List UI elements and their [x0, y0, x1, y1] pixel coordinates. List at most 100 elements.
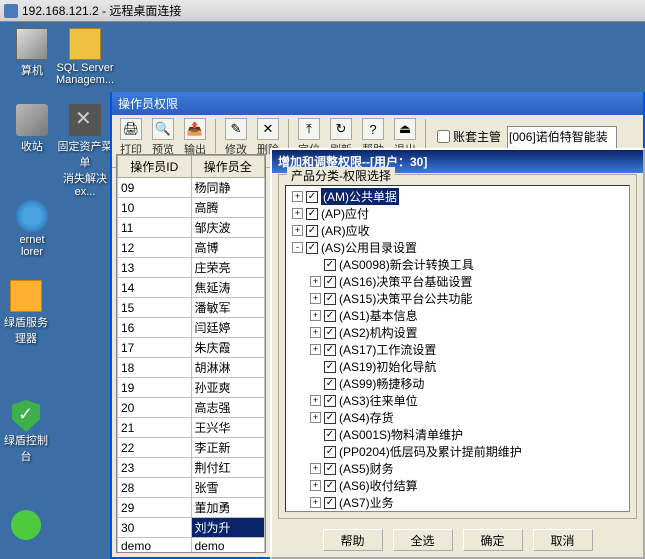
expand-icon[interactable]: +	[310, 412, 321, 423]
table-row[interactable]: 20高志强	[118, 398, 265, 418]
checkbox[interactable]: ✓	[324, 276, 336, 288]
print-button[interactable]: 🖨打印	[116, 118, 146, 157]
checkbox[interactable]: ✓	[306, 225, 318, 237]
table-row[interactable]: 11邹庆波	[118, 218, 265, 238]
tree-item[interactable]: -✓(AS)公用目录设置	[288, 239, 627, 256]
table-row[interactable]: 14焦延涛	[118, 278, 265, 298]
output-button[interactable]: 📤输出	[180, 118, 210, 157]
table-row[interactable]: 16闫廷婷	[118, 318, 265, 338]
operator-grid[interactable]: 操作员ID 操作员全 09杨同静10高腾11邹庆波12高博13庄荣亮14焦延涛1…	[116, 154, 266, 553]
expand-icon[interactable]: +	[310, 293, 321, 304]
expand-icon[interactable]: +	[292, 208, 303, 219]
expand-icon[interactable]: +	[310, 395, 321, 406]
expand-icon[interactable]: +	[310, 276, 321, 287]
expand-icon[interactable]: +	[310, 480, 321, 491]
expand-icon[interactable]: +	[292, 191, 303, 202]
desktop-recycle[interactable]: 收站	[2, 104, 62, 154]
expand-icon[interactable]: +	[310, 344, 321, 355]
table-row[interactable]: 22李正新	[118, 438, 265, 458]
tree-item[interactable]: +✓(AS4)存货	[288, 409, 627, 426]
tree-item[interactable]: +✓(AS2)机构设置	[288, 324, 627, 341]
table-row[interactable]: 29董加勇	[118, 498, 265, 518]
table-row[interactable]: 19孙亚爽	[118, 378, 265, 398]
tree-item[interactable]: +✓(AS15)决策平台公共功能	[288, 290, 627, 307]
tree-item[interactable]: ✓(AS19)初始化导航	[288, 358, 627, 375]
table-row[interactable]: 28张雪	[118, 478, 265, 498]
desktop-ie[interactable]: ernet lorer	[2, 200, 62, 258]
table-row[interactable]: 23荆付红	[118, 458, 265, 478]
permissions-tree[interactable]: +✓(AM)公共单据+✓(AP)应付+✓(AR)应收-✓(AS)公用目录设置✓(…	[285, 185, 630, 512]
checkbox[interactable]: ✓	[324, 395, 336, 407]
expand-icon[interactable]: +	[310, 497, 321, 508]
dlg-cancel-button[interactable]: 取消	[533, 529, 593, 551]
refresh-icon: ↻	[330, 118, 352, 140]
checkbox[interactable]: ✓	[324, 480, 336, 492]
dlg-help-button[interactable]: 帮助	[323, 529, 383, 551]
checkbox[interactable]: ✓	[306, 242, 318, 254]
checkbox[interactable]: ✓	[324, 361, 336, 373]
tree-item[interactable]: ✓(AS001S)物料清单维护	[288, 426, 627, 443]
tree-label: (AM)公共单据	[321, 188, 399, 205]
tree-item[interactable]: +✓(AS1)基本信息	[288, 307, 627, 324]
tree-item[interactable]: +✓(AP)应付	[288, 205, 627, 222]
table-row[interactable]: demodemo	[118, 538, 265, 554]
delete-icon: ✕	[257, 118, 279, 140]
table-row[interactable]: 13庄荣亮	[118, 258, 265, 278]
table-row[interactable]: 15潘敏军	[118, 298, 265, 318]
tree-item[interactable]: +✓(AS6)收付结算	[288, 477, 627, 494]
tree-item[interactable]: ✓(AS0098)新会计转换工具	[288, 256, 627, 273]
checkbox[interactable]: ✓	[324, 310, 336, 322]
tree-item[interactable]: +✓(AM)公共单据	[288, 188, 627, 205]
tree-item[interactable]: +✓(AS18)质量管理	[288, 511, 627, 512]
tree-item[interactable]: +✓(AS5)财务	[288, 460, 627, 477]
checkbox[interactable]: ✓	[324, 344, 336, 356]
table-row[interactable]: 30刘为升	[118, 518, 265, 538]
checkbox[interactable]: ✓	[324, 463, 336, 475]
desktop-shield[interactable]: 绿盾控制 台	[2, 400, 50, 464]
table-row[interactable]: 21王兴华	[118, 418, 265, 438]
tree-item[interactable]: +✓(AS17)工作流设置	[288, 341, 627, 358]
table-row[interactable]: 10高腾	[118, 198, 265, 218]
tree-item[interactable]: ✓(PP0204)低层码及累计提前期维护	[288, 443, 627, 460]
desktop-360[interactable]	[2, 510, 50, 540]
dialog-buttons: 帮助 全选 确定 取消	[272, 529, 643, 551]
expand-icon[interactable]: +	[310, 327, 321, 338]
desktop-sql[interactable]: SQL Server Managem...	[55, 28, 115, 86]
col-name[interactable]: 操作员全	[191, 156, 265, 178]
tree-item[interactable]: +✓(AS16)决策平台基础设置	[288, 273, 627, 290]
permissions-dialog: 增加和调整权限--[用户：30] 产品分类-权限选择 +✓(AM)公共单据+✓(…	[270, 148, 645, 559]
checkbox[interactable]: ✓	[306, 191, 318, 203]
tree-item[interactable]: ✓(AS99)畅捷移动	[288, 375, 627, 392]
checkbox[interactable]: ✓	[324, 259, 336, 271]
checkbox[interactable]: ✓	[324, 497, 336, 509]
preview-button[interactable]: 🔍预览	[148, 118, 178, 157]
expand-icon[interactable]: -	[292, 242, 303, 253]
checkbox[interactable]: ✓	[324, 412, 336, 424]
dlg-ok-button[interactable]: 确定	[463, 529, 523, 551]
desktop-tools[interactable]: 固定资产菜单 消失解决 ex...	[55, 104, 115, 198]
tree-item[interactable]: +✓(AR)应收	[288, 222, 627, 239]
tree-item[interactable]: +✓(AS3)往来单位	[288, 392, 627, 409]
table-row[interactable]: 12高博	[118, 238, 265, 258]
host-checkbox-input[interactable]	[437, 130, 450, 143]
checkbox[interactable]: ✓	[306, 208, 318, 220]
desktop-net[interactable]: 绿盾服务 理器	[2, 280, 50, 346]
expand-icon[interactable]: +	[292, 225, 303, 236]
expand-icon[interactable]: +	[310, 463, 321, 474]
host-checkbox[interactable]: 账套主管	[437, 128, 501, 145]
checkbox[interactable]: ✓	[324, 327, 336, 339]
checkbox[interactable]: ✓	[324, 429, 336, 441]
tree-item[interactable]: +✓(AS7)业务	[288, 494, 627, 511]
table-row[interactable]: 17朱庆霞	[118, 338, 265, 358]
dlg-all-button[interactable]: 全选	[393, 529, 453, 551]
table-row[interactable]: 09杨同静	[118, 178, 265, 198]
checkbox[interactable]: ✓	[324, 446, 336, 458]
col-id[interactable]: 操作员ID	[118, 156, 192, 178]
table-row[interactable]: 18胡淋淋	[118, 358, 265, 378]
modify-button[interactable]: ✎修改	[221, 118, 251, 157]
checkbox[interactable]: ✓	[324, 378, 336, 390]
expand-icon[interactable]: +	[310, 310, 321, 321]
tree-label: (AS6)收付结算	[339, 477, 418, 494]
desktop-computer[interactable]: 算机	[2, 28, 62, 78]
checkbox[interactable]: ✓	[324, 293, 336, 305]
